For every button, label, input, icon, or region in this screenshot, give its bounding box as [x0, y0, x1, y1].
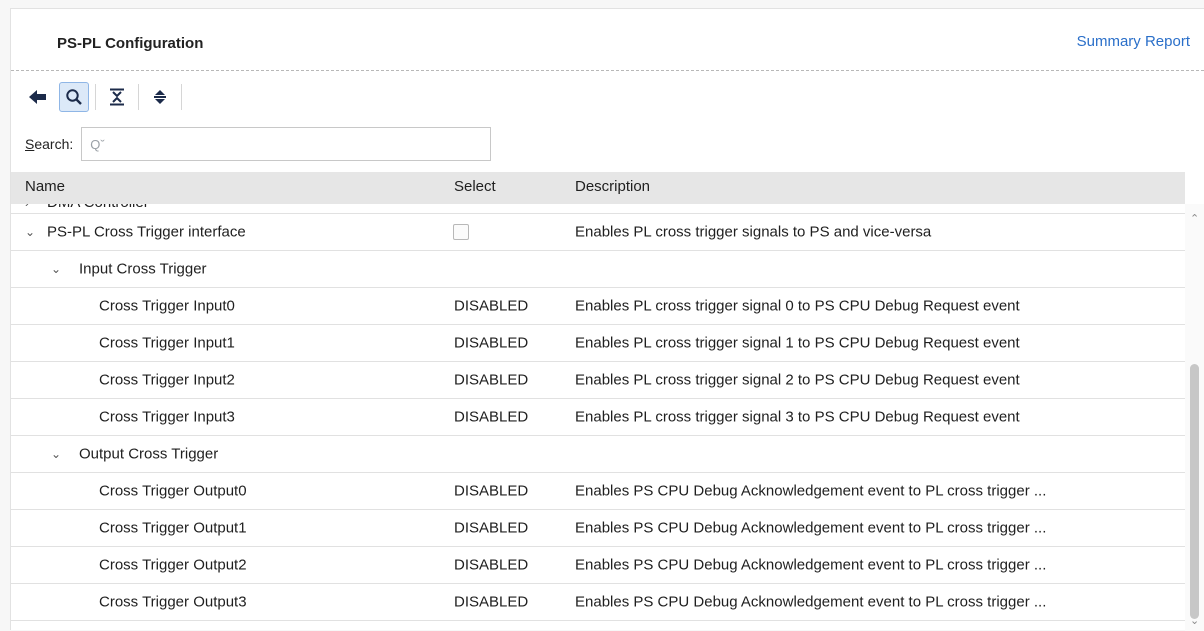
row-select-value[interactable]: DISABLED	[454, 594, 528, 611]
expand-all-icon	[154, 90, 166, 104]
row-select-value[interactable]: DISABLED	[454, 520, 528, 537]
collapse-all-button[interactable]	[102, 82, 132, 112]
select-checkbox[interactable]	[453, 224, 469, 240]
table-row[interactable]: Cross Trigger Output2 DISABLED Enables PS …	[11, 547, 1185, 584]
search-label-text: earch:	[34, 136, 74, 152]
row-name: Cross Trigger Output0	[99, 482, 247, 500]
collapse-chevron-icon[interactable]: ⌄	[25, 225, 35, 239]
table-header: Name Select Description	[11, 172, 1185, 204]
collapse-all-icon	[110, 88, 124, 106]
collapse-chevron-icon[interactable]: ⌄	[51, 262, 61, 276]
table-row[interactable]: Cross Trigger Input1 DISABLED Enables PL c…	[11, 325, 1185, 362]
row-description: Enables PL cross trigger signal 2 to PS …	[575, 371, 1020, 389]
table-row[interactable]: ⌄ Input Cross Trigger	[11, 251, 1185, 288]
summary-report-link[interactable]: Summary Report	[1077, 33, 1190, 50]
table-row[interactable]: Cross Trigger Output0 DISABLED Enables PS …	[11, 473, 1185, 510]
table-row[interactable]: Cross Trigger Output3 DISABLED Enables PS …	[11, 584, 1185, 621]
row-select-value[interactable]: DISABLED	[454, 335, 528, 352]
back-button[interactable]	[23, 82, 53, 112]
row-description: Enables PS CPU Debug Acknowledgement eve…	[575, 556, 1047, 574]
row-description: Enables PS CPU Debug Acknowledgement eve…	[575, 519, 1047, 537]
scroll-down-icon[interactable]: ⌄	[1190, 614, 1199, 627]
search-toggle-button[interactable]	[59, 82, 89, 112]
row-description: Enables PL cross trigger signal 1 to PS …	[575, 334, 1020, 352]
toolbar	[23, 79, 188, 115]
toolbar-separator	[181, 84, 182, 110]
page-title: PS-PL Configuration	[57, 35, 204, 52]
back-arrow-icon	[29, 90, 46, 104]
row-name: Cross Trigger Input2	[99, 371, 235, 389]
toolbar-separator	[138, 84, 139, 110]
column-header-select[interactable]: Select	[454, 178, 496, 195]
column-header-description[interactable]: Description	[575, 178, 650, 195]
vertical-scrollbar[interactable]: ⌃ ⌄	[1185, 204, 1204, 631]
row-description: Enables PL cross trigger signal 0 to PS …	[575, 297, 1020, 315]
row-name: Cross Trigger Output1	[99, 519, 247, 537]
table-rows: ›DMA Controller⌄PS-PL Cross Trigger inte…	[11, 194, 1185, 621]
row-name: Cross Trigger Input0	[99, 297, 235, 315]
row-name: Cross Trigger Input3	[99, 408, 235, 426]
row-select-value[interactable]: DISABLED	[454, 298, 528, 315]
row-name: Cross Trigger Output2	[99, 556, 247, 574]
collapse-chevron-icon[interactable]: ⌄	[51, 447, 61, 461]
row-description: Enables PL cross trigger signals to PS a…	[575, 223, 932, 241]
row-name: Output Cross Trigger	[79, 445, 219, 463]
row-select-value[interactable]: DISABLED	[454, 557, 528, 574]
header-divider	[11, 70, 1204, 71]
config-tree-table: ›DMA Controller⌄PS-PL Cross Trigger inte…	[11, 172, 1185, 631]
scroll-up-icon[interactable]: ⌃	[1190, 212, 1199, 225]
row-description: Enables PL cross trigger signal 3 to PS …	[575, 408, 1020, 426]
table-row[interactable]: ⌄ Output Cross Trigger	[11, 436, 1185, 473]
search-label: Search:	[25, 136, 73, 152]
search-input[interactable]: Qˇ	[81, 127, 492, 161]
row-select-value[interactable]: DISABLED	[454, 409, 528, 426]
table-row[interactable]: Cross Trigger Input3 DISABLED Enables PL c…	[11, 399, 1185, 436]
search-placeholder: Qˇ	[90, 136, 105, 152]
search-row: Search: Qˇ	[25, 126, 492, 162]
row-description: Enables PS CPU Debug Acknowledgement eve…	[575, 482, 1047, 500]
search-icon	[66, 89, 82, 105]
row-name: Cross Trigger Input1	[99, 334, 235, 352]
panel-header: PS-PL Configuration Summary Report	[11, 9, 1204, 71]
row-name: PS-PL Cross Trigger interface	[47, 223, 246, 241]
table-row[interactable]: Cross Trigger Input0 DISABLED Enables PL c…	[11, 288, 1185, 325]
row-description: Enables PS CPU Debug Acknowledgement eve…	[575, 593, 1047, 611]
scrollbar-thumb[interactable]	[1190, 364, 1199, 619]
row-select-value[interactable]: DISABLED	[454, 372, 528, 389]
search-label-mnemonic: S	[25, 136, 35, 152]
toolbar-separator	[95, 84, 96, 110]
table-row[interactable]: ⌄ PS-PL Cross Trigger interface Enables PL…	[11, 214, 1185, 251]
column-header-name[interactable]: Name	[25, 178, 65, 195]
row-select-value[interactable]: DISABLED	[454, 483, 528, 500]
expand-all-button[interactable]	[145, 82, 175, 112]
table-row[interactable]: Cross Trigger Output1 DISABLED Enables PS …	[11, 510, 1185, 547]
row-name: Input Cross Trigger	[79, 260, 207, 278]
row-name: Cross Trigger Output3	[99, 593, 247, 611]
table-row[interactable]: Cross Trigger Input2 DISABLED Enables PL c…	[11, 362, 1185, 399]
ps-pl-configuration-panel: PS-PL Configuration Summary Report Searc…	[10, 8, 1204, 631]
